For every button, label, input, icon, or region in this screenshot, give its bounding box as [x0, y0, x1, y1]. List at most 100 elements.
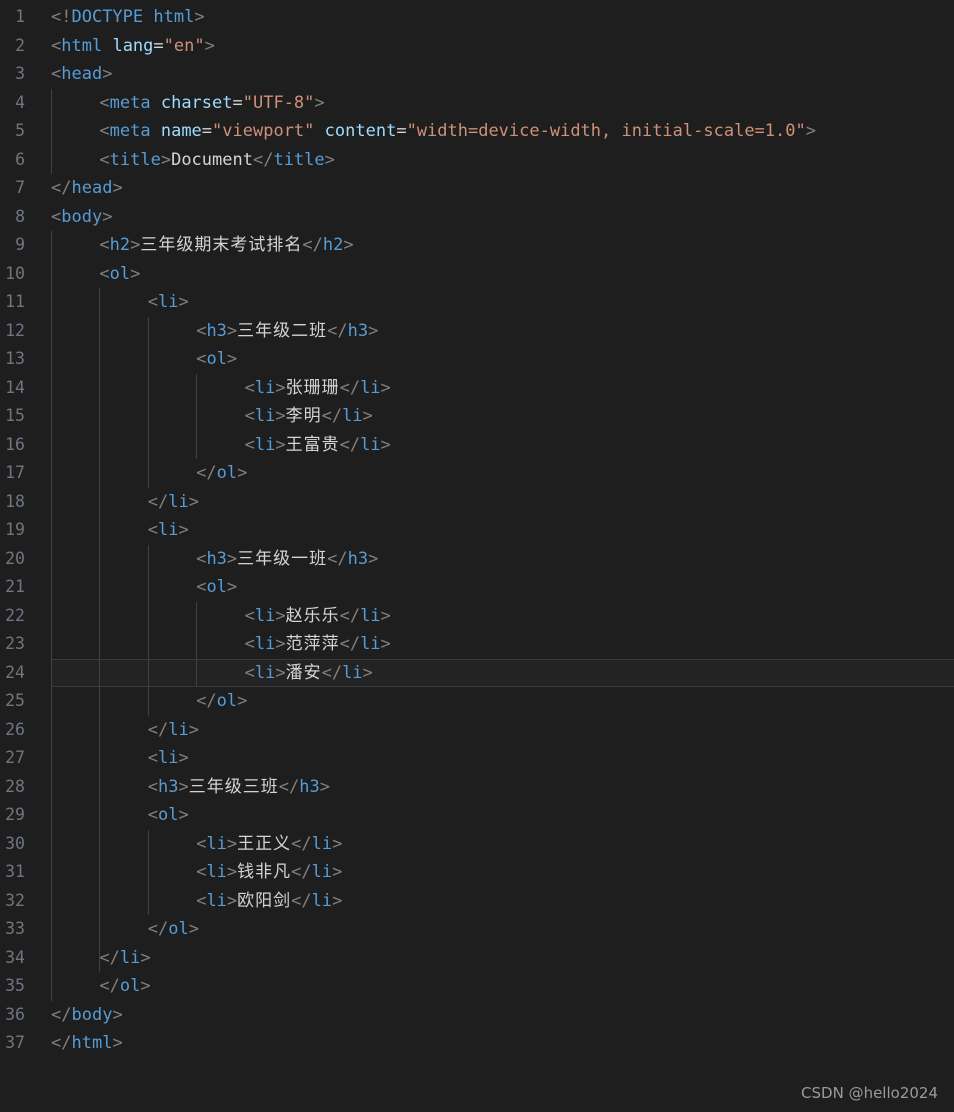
code-line-text: <meta name="viewport" content="width=dev… — [99, 117, 816, 146]
code-line[interactable]: 21 <ol> — [0, 573, 954, 602]
code-line[interactable]: 5 <meta name="viewport" content="width=de… — [0, 117, 954, 146]
token-cjk: 王正义 — [237, 833, 292, 854]
token-cjk: 王富贵 — [285, 434, 340, 455]
token-brk: > — [102, 206, 113, 227]
token-brk: </ — [99, 976, 120, 996]
code-line[interactable]: 24 <li>潘安</li> — [0, 659, 954, 688]
code-line[interactable]: 2 <html lang="en"> — [0, 32, 954, 61]
code-line[interactable]: 18 </li> — [0, 488, 954, 517]
code-line[interactable]: 20 <h3>三年级一班</h3> — [0, 545, 954, 574]
code-line-text: <h3>三年级一班</h3> — [196, 545, 378, 574]
code-line[interactable]: 19 <li> — [0, 516, 954, 545]
line-number: 24 — [5, 662, 25, 682]
line-number: 31 — [5, 862, 25, 881]
code-line[interactable]: 14 <li>张珊珊</li> — [0, 374, 954, 403]
code-line[interactable]: 33 </ol> — [0, 915, 954, 944]
code-line-text: <h2>三年级期末考试排名</h2> — [99, 231, 353, 260]
code-editor[interactable]: 1 <!DOCTYPE html> 2 <html lang="en"> 3 <head>… — [0, 0, 954, 1112]
token-tag: li — [168, 491, 189, 512]
token-brk: < — [99, 121, 110, 141]
token-tag: li — [254, 434, 276, 455]
code-line[interactable]: 6 <title>Document</title> — [0, 146, 954, 175]
token-tag: li — [206, 833, 227, 854]
code-line-text: <h3>三年级二班</h3> — [196, 317, 378, 346]
code-line-text: <li>王富贵</li> — [245, 431, 391, 460]
token-tag: h3 — [158, 776, 179, 797]
token-brk: </ — [147, 491, 169, 512]
code-line-text: <li> — [148, 288, 189, 317]
token-tag: li — [206, 890, 227, 911]
token-attr: lang — [112, 35, 154, 56]
token-tag: ol — [216, 691, 238, 711]
token-brk: < — [99, 92, 110, 113]
code-line[interactable]: 1 <!DOCTYPE html> — [0, 3, 954, 32]
code-line[interactable]: 8 <body> — [0, 203, 954, 232]
code-line[interactable]: 25 </ol> — [0, 687, 954, 716]
code-line[interactable]: 35 </ol> — [0, 972, 954, 1001]
token-brk: > — [130, 263, 141, 284]
code-line[interactable]: 32 <li>欧阳剑</li> — [0, 887, 954, 916]
token-tag: li — [254, 634, 276, 654]
code-line[interactable]: 31 <li>钱非凡</li> — [0, 858, 954, 887]
token-tag: li — [342, 662, 363, 683]
line-number: 22 — [5, 605, 25, 625]
code-line-text: <li>范萍萍</li> — [245, 630, 391, 659]
token-brk: < — [196, 890, 207, 911]
line-number: 12 — [5, 320, 25, 340]
token-brk: </ — [327, 548, 348, 569]
code-line[interactable]: 28 <h3>三年级三班</h3> — [0, 773, 954, 802]
token-brk: </ — [339, 634, 361, 654]
line-number: 25 — [5, 691, 25, 710]
line-number: 33 — [5, 919, 25, 938]
token-brk: > — [140, 976, 151, 996]
token-brk: > — [368, 320, 379, 341]
token-brk: </ — [196, 691, 217, 711]
token-tag: body — [71, 1004, 113, 1025]
code-line[interactable]: 17 </ol> — [0, 459, 954, 488]
code-line[interactable]: 13 <ol> — [0, 345, 954, 374]
line-number: 16 — [5, 434, 25, 454]
line-number: 23 — [5, 634, 25, 653]
code-line[interactable]: 11 <li> — [0, 288, 954, 317]
token-tag: html — [61, 35, 103, 56]
code-line[interactable]: 34 </li> — [0, 944, 954, 973]
token-eq: = — [396, 121, 407, 141]
code-line[interactable]: 15 <li>李明</li> — [0, 402, 954, 431]
line-number: 18 — [5, 491, 25, 511]
code-line[interactable]: 4 <meta charset="UTF-8"> — [0, 89, 954, 118]
code-line-text: <ol> — [196, 573, 237, 602]
token-brk: > — [226, 833, 238, 854]
token-brk: > — [226, 320, 238, 341]
token-tag: meta — [109, 121, 151, 141]
token-tag: li — [360, 434, 381, 455]
token-brk: > — [130, 235, 141, 255]
code-line[interactable]: 10 <ol> — [0, 260, 954, 289]
code-line[interactable]: 3 <head> — [0, 60, 954, 89]
code-line[interactable]: 16 <li>王富贵</li> — [0, 431, 954, 460]
code-line[interactable]: 9 <h2>三年级期末考试排名</h2> — [0, 231, 954, 260]
code-line[interactable]: 23 <li>范萍萍</li> — [0, 630, 954, 659]
token-brk: > — [178, 776, 189, 797]
code-line[interactable]: 29 <ol> — [0, 801, 954, 830]
code-line[interactable]: 7 </head> — [0, 174, 954, 203]
token-cjk: 潘安 — [285, 662, 322, 683]
line-number: 32 — [5, 890, 25, 910]
token-brk: > — [324, 149, 335, 170]
code-line[interactable]: 37 </html> — [0, 1029, 954, 1058]
code-line[interactable]: 30 <li>王正义</li> — [0, 830, 954, 859]
token-brk: > — [380, 434, 391, 455]
code-line[interactable]: 26 </li> — [0, 716, 954, 745]
code-line[interactable]: 27 <li> — [0, 744, 954, 773]
token-brk: < — [147, 805, 159, 825]
code-line[interactable]: 12 <h3>三年级二班</h3> — [0, 317, 954, 346]
code-line[interactable]: 22 <li>赵乐乐</li> — [0, 602, 954, 631]
token-tag: h3 — [206, 320, 227, 341]
token-brk: <! — [51, 7, 72, 27]
token-tag: ol — [206, 349, 227, 369]
token-brk: > — [275, 434, 286, 455]
line-number: 26 — [5, 719, 25, 739]
token-brk: > — [314, 92, 325, 113]
code-line[interactable]: 36 </body> — [0, 1001, 954, 1030]
